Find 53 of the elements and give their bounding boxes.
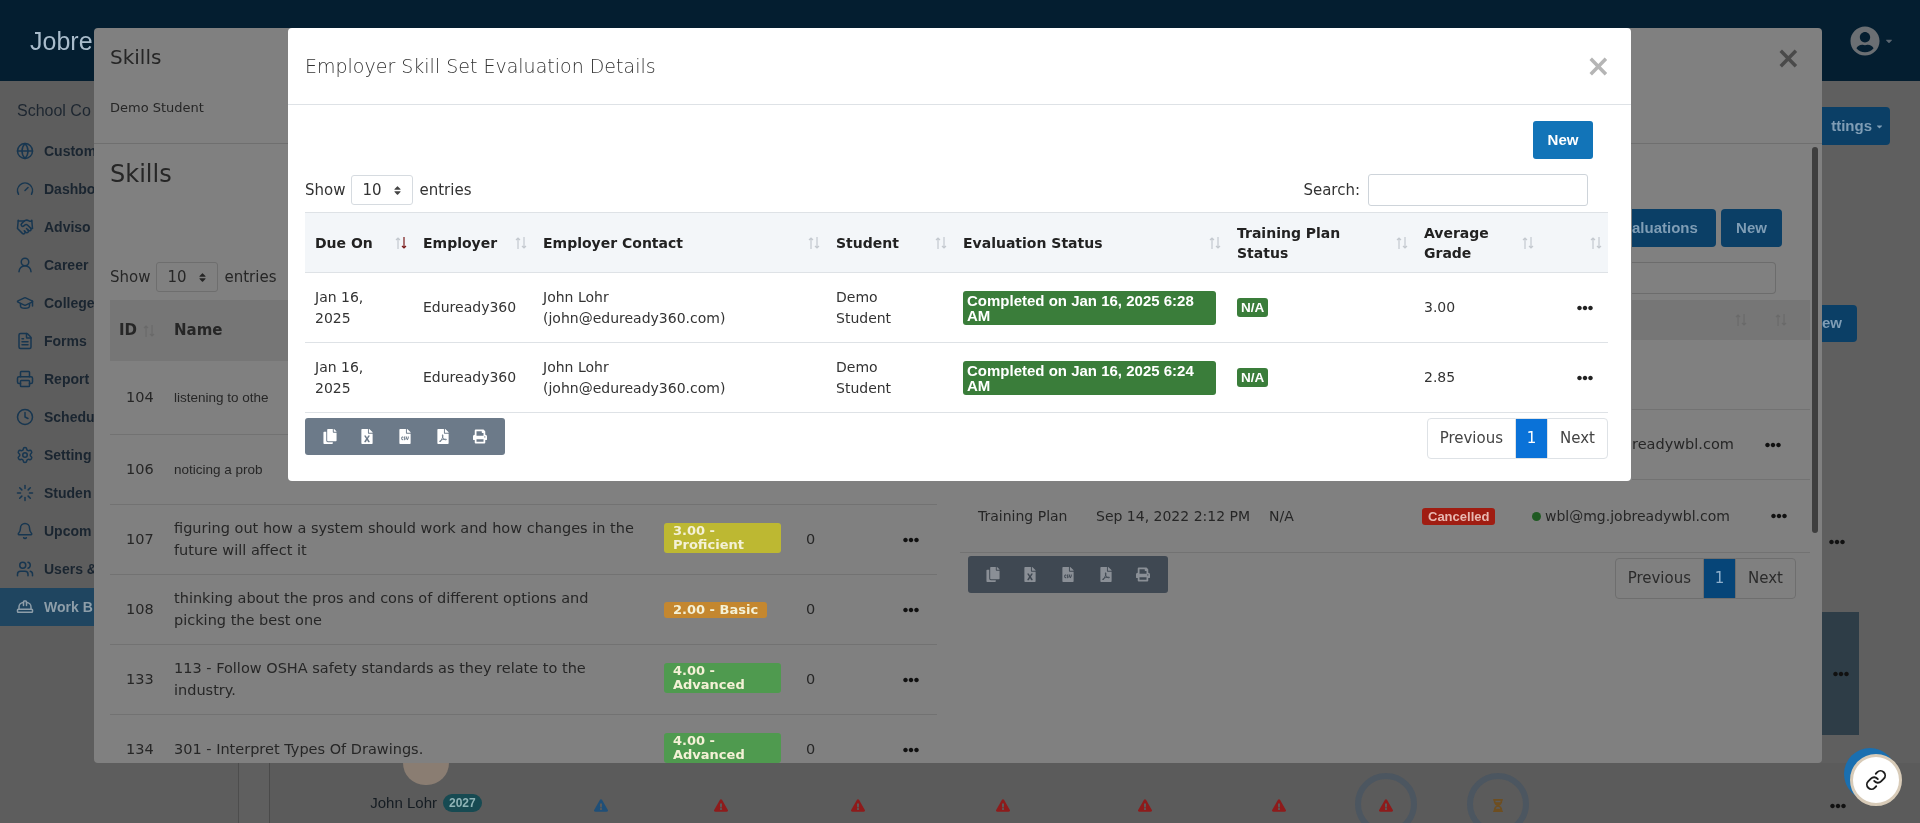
status-badge: N/A: [1237, 368, 1269, 387]
entries-label: entries: [419, 179, 472, 201]
show-label: Show: [110, 266, 151, 288]
table-cell-text: wbl@mg.jobreadywbl.com: [1545, 506, 1731, 526]
table-cell-text: 104: [125, 387, 155, 407]
table-cell: 301 - Interpret Types Of Drawings.: [174, 740, 424, 757]
grade-badge: 3.00 - Proficient: [664, 523, 781, 554]
year-badge: 2027: [443, 794, 482, 813]
status-badge: Completed on Jan 16, 2025 6:28 AM: [963, 290, 1216, 325]
search-label: Search:: [1303, 179, 1360, 201]
status-badge: N/A: [1237, 298, 1269, 317]
status-badge: Cancelled: [1422, 507, 1496, 525]
table-cell-text: readywbl.com: [1632, 434, 1734, 454]
table-cell-text: Sep 14, 2022 2:12 PM: [1096, 506, 1252, 526]
sidebar-title: School Co: [17, 101, 91, 121]
table-cell-text: Demo Student: [836, 287, 893, 328]
person-name: John Lohr: [370, 793, 437, 813]
table-cell-text: 0: [805, 739, 817, 759]
table-cell-text: John Lohr (john@eduready360.com): [543, 357, 727, 398]
table-cell: figuring out how a system should work and how changes in the future will affect it: [174, 519, 634, 558]
table-cell-text: John Lohr (john@eduready360.com): [543, 287, 727, 328]
table-cell-text: Jan 16, 2025: [315, 357, 365, 398]
table-cell-text: 0: [805, 529, 817, 549]
section-heading: Skills: [110, 159, 172, 190]
table-cell-text: 133: [125, 669, 155, 689]
table-cell-text: 0: [805, 669, 817, 689]
logo: Jobre: [30, 25, 93, 57]
table-cell: listening to othe: [174, 389, 269, 405]
table-cell-text: 108: [125, 599, 155, 619]
table-cell-text: 106: [125, 459, 155, 479]
table-cell: Eduready360: [423, 369, 517, 385]
table-cell-text: Training Plan: [978, 506, 1069, 526]
table-cell: 113 - Follow OSHA safety standards as they relate to the industry.: [174, 659, 586, 698]
grade-badge: 2.00 - Basic: [664, 601, 768, 618]
dialog-subtitle: Demo Student: [110, 100, 204, 116]
table-cell-text: Jan 16, 2025: [315, 287, 365, 328]
table-cell-text: 134: [125, 739, 155, 759]
show-label: Show: [305, 179, 346, 201]
grade-badge: 4.00 - Advanced: [664, 663, 781, 694]
entries-label: entries: [224, 266, 277, 288]
table-cell-text: 0: [805, 599, 817, 619]
table-cell-text: 107: [125, 529, 155, 549]
table-cell-text: Demo Student: [836, 357, 893, 398]
table-cell: Eduready360: [423, 299, 517, 315]
status-badge: Completed on Jan 16, 2025 6:24 AM: [963, 360, 1216, 395]
table-cell-text: N/A: [1269, 506, 1295, 526]
dialog-title: Employer Skill Set Evaluation Details: [305, 53, 656, 79]
table-cell: 2.85: [1424, 369, 1456, 385]
dialog-title: Skills: [110, 44, 163, 70]
grade-badge: 4.00 - Advanced: [664, 733, 781, 763]
table-cell: noticing a prob: [174, 461, 263, 477]
table-cell: 3.00: [1424, 299, 1456, 315]
table-cell: thinking about the pros and cons of different options and picking the best one: [174, 589, 589, 628]
